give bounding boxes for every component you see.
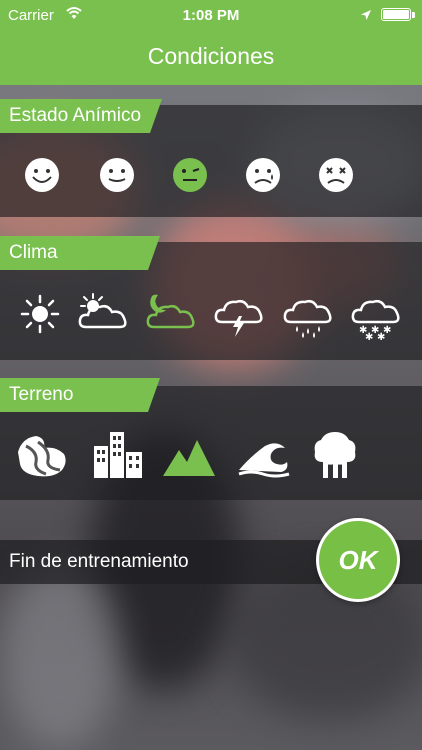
location-arrow-icon bbox=[360, 8, 372, 25]
nav-bar: Condiciones bbox=[0, 30, 422, 85]
storm-cloud-icon[interactable] bbox=[212, 294, 266, 338]
neutral-face-icon[interactable] bbox=[172, 157, 208, 193]
status-bar: Carrier 1:08 PM bbox=[0, 0, 422, 30]
sun-cloud-icon[interactable] bbox=[76, 292, 130, 332]
svg-text:✱: ✱ bbox=[377, 332, 385, 340]
sad-face-icon[interactable] bbox=[245, 157, 281, 193]
rain-cloud-icon[interactable] bbox=[281, 294, 335, 338]
svg-text:✱: ✱ bbox=[365, 332, 373, 340]
mood-section-label: Estado Anímico bbox=[0, 99, 162, 133]
ok-button[interactable]: OK bbox=[316, 518, 400, 602]
weather-section-label: Clima bbox=[0, 236, 160, 270]
finish-training-label: Fin de entrenamiento bbox=[9, 551, 189, 572]
battery-icon bbox=[381, 8, 411, 21]
terrain-section-label: Terreno bbox=[0, 378, 160, 412]
very-happy-face-icon[interactable] bbox=[24, 157, 60, 193]
dizzy-face-icon[interactable] bbox=[318, 157, 354, 193]
moon-cloud-icon[interactable] bbox=[144, 292, 198, 332]
sun-icon[interactable] bbox=[20, 294, 60, 334]
snow-cloud-icon[interactable]: ✱ ✱ ✱ ✱ ✱ bbox=[349, 294, 403, 340]
happy-face-icon[interactable] bbox=[99, 157, 135, 193]
city-buildings-icon[interactable] bbox=[92, 430, 144, 478]
mountains-icon[interactable] bbox=[163, 438, 215, 478]
road-terrain-icon[interactable] bbox=[16, 432, 68, 478]
forest-trees-icon[interactable] bbox=[311, 430, 359, 480]
waves-icon[interactable] bbox=[237, 438, 291, 478]
battery-tip bbox=[412, 12, 415, 18]
page-title: Condiciones bbox=[147, 43, 275, 69]
clock-time: 1:08 PM bbox=[182, 7, 240, 24]
